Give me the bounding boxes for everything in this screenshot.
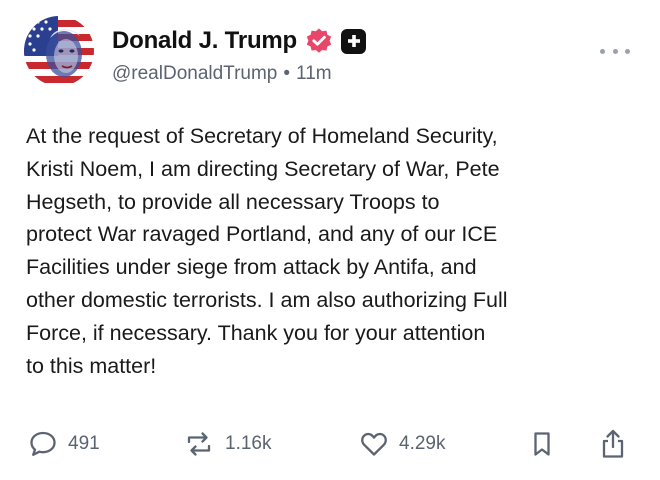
post-timestamp[interactable]: 11m xyxy=(296,63,332,84)
repost-arrows-icon xyxy=(183,429,215,459)
more-dot xyxy=(625,48,630,54)
more-dots-icon[interactable] xyxy=(600,45,630,57)
like-button[interactable]: 4.29k xyxy=(359,426,445,462)
plus-subscription-icon xyxy=(341,28,367,54)
more-dot xyxy=(600,48,605,54)
share-icon xyxy=(598,428,628,460)
share-button[interactable] xyxy=(598,426,628,462)
post-action-bar: 491 1.16k 4.29k xyxy=(0,426,660,462)
speech-bubble-icon xyxy=(28,429,58,459)
avatar-image xyxy=(24,16,94,86)
post-card: Donald J. Trump @realDonaldTrump • 11m At … xyxy=(0,0,660,480)
like-count: 4.29k xyxy=(399,433,446,454)
post-body-text: At the request of Secretary of Homeland … xyxy=(26,124,508,378)
bookmark-icon xyxy=(528,429,556,459)
verified-badge-icon xyxy=(305,27,333,55)
meta-separator: • xyxy=(283,63,291,84)
author-name-row: Donald J. Trump xyxy=(112,26,367,56)
bookmark-button[interactable] xyxy=(528,426,556,462)
author-handle[interactable]: @realDonaldTrump xyxy=(112,63,277,84)
repost-count: 1.16k xyxy=(225,433,272,454)
heart-icon xyxy=(359,429,389,459)
repost-button[interactable]: 1.16k xyxy=(183,426,271,462)
reply-button[interactable]: 491 xyxy=(28,426,100,462)
more-dot xyxy=(612,48,618,54)
author-meta: @realDonaldTrump • 11m xyxy=(112,63,332,85)
author-avatar[interactable] xyxy=(24,16,94,86)
author-display-name[interactable]: Donald J. Trump xyxy=(112,27,297,55)
reply-count: 491 xyxy=(68,433,100,454)
